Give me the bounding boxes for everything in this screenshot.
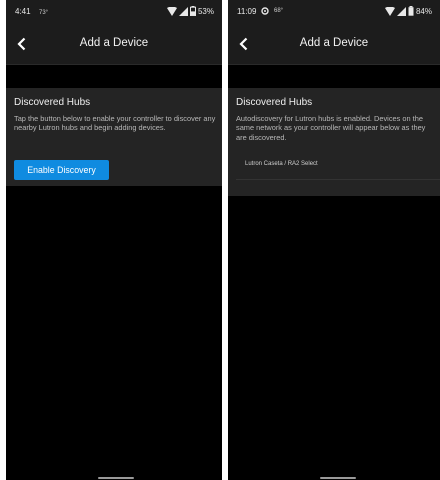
battery-icon bbox=[189, 6, 196, 16]
status-temperature: 68° bbox=[274, 8, 284, 14]
section-description: Autodiscovery for Lutron hubs is enabled… bbox=[236, 114, 426, 142]
app-bar: Add a Device bbox=[6, 24, 222, 65]
battery-percentage: 53% bbox=[197, 6, 214, 16]
status-bar: 4:41 73° 53% bbox=[6, 0, 222, 24]
signal-icon bbox=[396, 6, 406, 16]
section-description: Tap the button below to enable your cont… bbox=[14, 114, 216, 133]
phone-screen-discovery-enabled: 11:09 68° 84% Add a Device Discovered Hu… bbox=[228, 0, 440, 480]
battery-percentage: 84% bbox=[415, 6, 432, 16]
discovered-hubs-section: Discovered Hubs Autodiscovery for Lutron… bbox=[228, 88, 440, 196]
hub-name: Lutron Caseta / RA2 Select bbox=[245, 161, 318, 167]
battery-icon bbox=[408, 6, 414, 16]
wifi-icon bbox=[166, 6, 177, 16]
status-time: 4:41 bbox=[15, 7, 31, 16]
hub-list-item[interactable]: Lutron Caseta / RA2 Select bbox=[228, 154, 440, 180]
gesture-handle[interactable] bbox=[98, 477, 134, 479]
enable-discovery-button[interactable]: Enable Discovery bbox=[14, 160, 109, 180]
divider bbox=[236, 179, 440, 180]
section-heading: Discovered Hubs bbox=[236, 97, 313, 108]
weather-icon bbox=[261, 7, 269, 15]
page-title: Add a Device bbox=[299, 37, 369, 49]
page-title: Add a Device bbox=[79, 37, 149, 49]
app-bar: Add a Device bbox=[228, 24, 440, 65]
status-temperature: 73° bbox=[39, 10, 49, 16]
wifi-icon bbox=[384, 6, 395, 16]
status-bar: 11:09 68° 84% bbox=[228, 0, 440, 24]
signal-icon bbox=[178, 6, 188, 16]
gesture-handle[interactable] bbox=[320, 477, 356, 479]
discovered-hubs-section: Discovered Hubs Tap the button below to … bbox=[6, 88, 222, 186]
status-time: 11:09 bbox=[237, 7, 257, 16]
section-heading: Discovered Hubs bbox=[14, 97, 91, 108]
phone-screen-discovery-disabled: 4:41 73° 53% Add a Device Discovered Hub… bbox=[6, 0, 222, 480]
